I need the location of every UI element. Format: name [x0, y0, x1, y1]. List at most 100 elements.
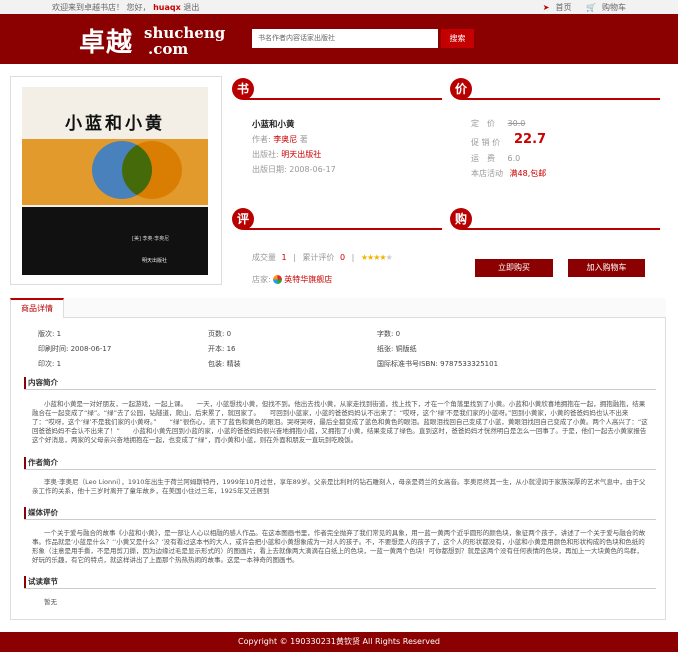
site-header: 卓越 shucheng .com 书名作者内容话家出版社 搜索 [0, 14, 678, 64]
cover-publisher: 明天出版社 [142, 258, 168, 264]
home-link[interactable]: ➤ 首页 [537, 3, 572, 12]
review-stats-row: 成交量 1 | 累计评价 0 | ★★★★★ [252, 252, 393, 263]
rating-count-value: 0 [339, 253, 346, 262]
search-input[interactable]: 书名作者内容话家出版社 [252, 29, 438, 48]
info-label: 版次: [38, 330, 55, 338]
author-bio-text: 李奥·李奥尼（Leo Lionni），1910年出生于荷兰阿姆斯特丹，1999年… [32, 478, 646, 495]
promo-value: 满48,包邮 [509, 169, 547, 178]
info-value: 2008-06-17 [70, 345, 112, 353]
logo-en[interactable]: shucheng .com [144, 25, 225, 57]
search-button[interactable]: 搜索 [441, 29, 474, 48]
info-label: 印次: [38, 360, 55, 368]
date-label: 出版日期: [252, 165, 287, 174]
stats-separator: | [293, 253, 296, 262]
publisher-link[interactable]: 明天出版社 [281, 150, 321, 159]
shipping-value: 6.0 [507, 154, 521, 163]
cart-link[interactable]: 🛒 购物车 [580, 3, 626, 12]
cart-link-label: 购物车 [602, 2, 626, 12]
section-title-synopsis: 内容简介 [24, 377, 58, 389]
info-label: 包装: [208, 360, 225, 368]
section-buy-badge: 购 [450, 208, 472, 230]
section-title-author: 作者简介 [24, 457, 58, 469]
section-divider [24, 588, 656, 589]
section-price-badge: 价 [450, 78, 472, 100]
section-buy-line [462, 228, 660, 230]
author-link[interactable]: 李奥尼 [273, 135, 297, 144]
shop-row: 店家: 英特华旗舰店 [252, 274, 332, 285]
list-price-label: 定 价 [471, 119, 495, 128]
info-value: 0 [226, 330, 232, 338]
section-book-line [244, 98, 442, 100]
section-price-line [462, 98, 660, 100]
info-impression: 印次: 1 [38, 359, 61, 369]
media-review-text: 一个关于爱与融合的故事《小蓝和小黄》，是一部让人心以相融的感人作品。在这本图画书… [32, 529, 646, 564]
info-label: 页数: [208, 330, 225, 338]
section-book-badge: 书 [232, 78, 254, 100]
username-link[interactable]: huaqx [153, 3, 181, 12]
info-edition: 版次: 1 [38, 329, 61, 339]
promo-label: 本店活动 [471, 169, 503, 178]
info-value: 精装 [226, 360, 241, 368]
top-bar-right: ➤ 首页 🛒 购物车 [531, 2, 626, 13]
publisher-label: 出版社: [252, 150, 279, 159]
book-author-row: 作者: 李奥尼 著 [252, 134, 308, 145]
info-value: 16 [226, 345, 236, 353]
info-label: 开本: [208, 345, 225, 353]
section-review-header: 评 [232, 208, 442, 232]
cover-yellow-circle [122, 141, 182, 199]
info-value: 1 [56, 360, 62, 368]
cover-black-band [22, 207, 208, 275]
logo-en-line1: shucheng [144, 24, 226, 42]
sale-price-row: 促 销 价 [471, 137, 500, 148]
star-empty-icon: ★ [385, 253, 393, 262]
top-bar-left: 欢迎来到卓越书店！ 您好， huaqx 退出 [52, 2, 199, 13]
section-price-header: 价 [450, 78, 660, 102]
section-divider [24, 389, 656, 390]
author-label: 作者: [252, 135, 271, 144]
info-value: 铜版纸 [395, 345, 417, 353]
info-pages: 页数: 0 [208, 329, 231, 339]
sale-price-value: 22.7 [514, 132, 547, 147]
welcome-text: 欢迎来到卓越书店！ [52, 2, 124, 12]
sales-value: 1 [281, 253, 287, 262]
book-publisher-row: 出版社: 明天出版社 [252, 149, 321, 160]
info-label: 国际标准书号ISBN: [377, 360, 438, 368]
info-value: 1 [56, 330, 62, 338]
shipping-label: 运 费 [471, 154, 495, 163]
cover-author: [美] 李奥·李奥尼 [132, 236, 170, 242]
info-print-date: 印刷时间: 2008-06-17 [38, 344, 111, 354]
info-binding: 包装: 精装 [208, 359, 241, 369]
logout-link[interactable]: 退出 [183, 3, 199, 12]
book-date-row: 出版日期: 2008-06-17 [252, 164, 336, 175]
section-title-media-review: 媒体评价 [24, 507, 58, 519]
stats-separator-2: | [351, 253, 355, 262]
section-divider [24, 469, 656, 470]
buy-now-button[interactable]: 立即购买 [475, 259, 553, 277]
cover-title: 小蓝和小黄 [65, 114, 165, 134]
shop-label: 店家: [252, 275, 271, 284]
list-price-value: 30.0 [507, 119, 526, 128]
top-bar: 欢迎来到卓越书店！ 您好， huaqx 退出 ➤ 首页 🛒 购物车 [0, 0, 678, 14]
rating-count-label: 累计评价 [302, 253, 335, 262]
logo-cn[interactable]: 卓越 [79, 22, 133, 59]
star-rating: ★★★★★ [361, 253, 393, 262]
logo-en-line2: .com [148, 40, 189, 58]
tab-product-details[interactable]: 商品详情 [10, 298, 64, 318]
home-link-label: 首页 [555, 2, 572, 12]
promo-row: 本店活动 满48,包邮 [471, 168, 546, 179]
date-value: 2008-06-17 [289, 165, 336, 174]
add-to-cart-button[interactable]: 加入购物车 [568, 259, 645, 277]
section-review-badge: 评 [232, 208, 254, 230]
greeting-text: 您好， [126, 2, 151, 12]
detail-tab-bar [10, 298, 666, 318]
shop-link[interactable]: 英特华旗舰店 [284, 275, 332, 284]
shop-logo-icon [273, 275, 283, 284]
book-title: 小蓝和小黄 [252, 120, 295, 130]
sample-text: 暂无 [44, 598, 57, 606]
shipping-row: 运 费 6.0 [471, 153, 520, 164]
info-isbn: 国际标准书号ISBN: 9787533325101 [377, 359, 498, 369]
info-label: 纸张: [377, 345, 394, 353]
sales-label: 成交量 [252, 253, 276, 262]
info-value: 9787533325101 [440, 360, 499, 368]
synopsis-text: 小蓝和小黄是一对好朋友，一起游戏，一起上课。 一天，小蓝想找小黄，但找不到。他出… [32, 400, 648, 444]
